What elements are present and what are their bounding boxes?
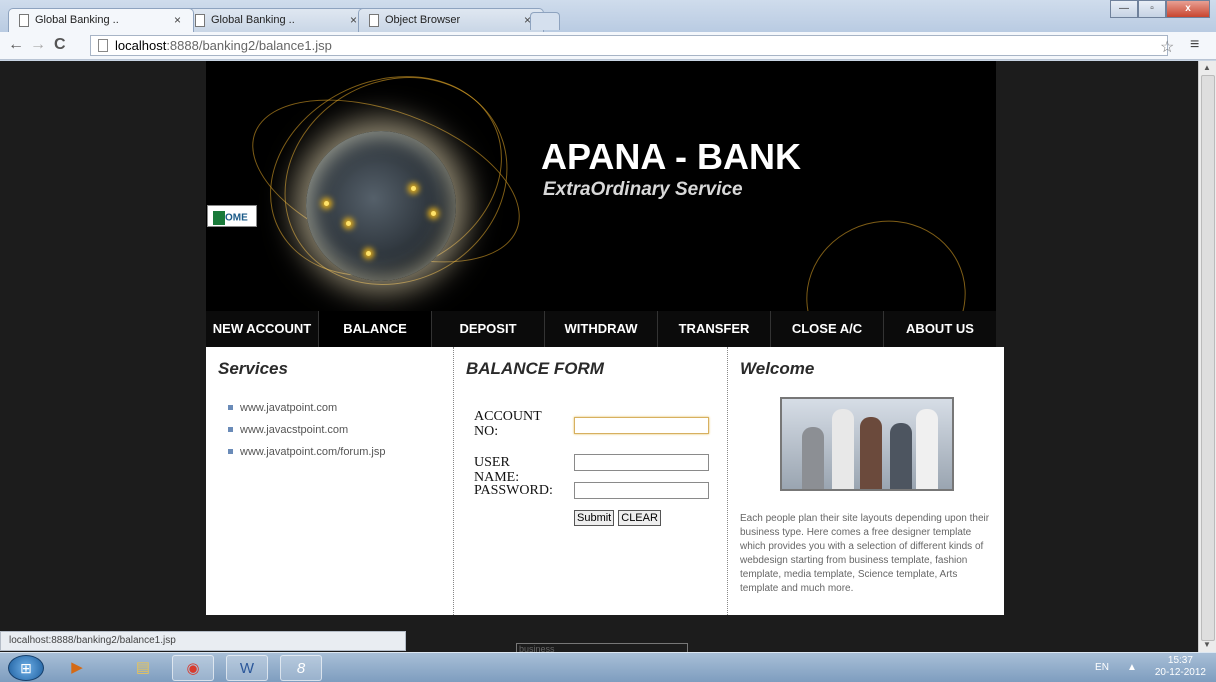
page-icon — [195, 14, 205, 27]
site-header: APANA - BANK ExtraOrdinary Service — [206, 61, 996, 311]
clear-button[interactable]: CLEAR — [618, 510, 661, 526]
menu-icon[interactable]: ≡ — [1190, 36, 1199, 54]
account-no-input[interactable] — [574, 417, 709, 434]
service-link[interactable]: www.javatpoint.com — [228, 402, 386, 414]
bookmark-star-icon[interactable]: ☆ — [1160, 37, 1174, 57]
content-area: Services www.javatpoint.com www.javacstp… — [206, 347, 1004, 615]
media-player-icon[interactable]: ▶ — [56, 655, 98, 681]
site-title: APANA - BANK — [541, 136, 801, 177]
home-button[interactable]: OME — [207, 205, 257, 227]
tab-title: Global Banking .. — [211, 14, 295, 26]
url-path: :8888/banking2/balance1.jsp — [166, 38, 332, 53]
chrome-icon[interactable]: ◉ — [172, 655, 214, 681]
clock-date: 20-12-2012 — [1154, 667, 1206, 678]
scroll-down-icon[interactable]: ▼ — [1203, 640, 1211, 649]
nav-new-account[interactable]: NEW ACCOUNT — [206, 311, 319, 347]
password-input[interactable] — [574, 482, 709, 499]
person-figure — [802, 427, 824, 489]
home-label: OME — [225, 212, 248, 224]
footer-box: business — [516, 643, 688, 652]
nav-close-ac[interactable]: CLOSE A/C — [771, 311, 884, 347]
tab-global-banking-2[interactable]: Global Banking .. × — [184, 8, 370, 32]
maximize-button[interactable]: ▫ — [1138, 0, 1166, 18]
page-icon — [19, 14, 29, 27]
site-subtitle: ExtraOrdinary Service — [543, 179, 743, 200]
page-icon — [369, 14, 379, 27]
word-icon[interactable]: W — [226, 655, 268, 681]
welcome-text: Each people plan their site layouts depe… — [740, 513, 990, 594]
services-column: Services www.javatpoint.com www.javacstp… — [206, 347, 454, 615]
minimize-button[interactable]: — — [1110, 0, 1138, 18]
home-icon — [213, 211, 225, 225]
welcome-column: Welcome Each people plan their site layo… — [728, 347, 1004, 615]
person-figure — [832, 409, 854, 489]
start-button[interactable]: ⊞ — [8, 655, 44, 681]
orbit-ring — [789, 202, 983, 311]
reload-icon[interactable]: C — [54, 36, 66, 54]
clock[interactable]: 15:37 20-12-2012 — [1155, 655, 1206, 679]
main-nav: NEW ACCOUNT BALANCE DEPOSIT WITHDRAW TRA… — [206, 311, 996, 347]
submit-button[interactable]: Submit — [574, 510, 615, 526]
language-indicator[interactable]: EN — [1095, 662, 1109, 673]
page-viewport: APANA - BANK ExtraOrdinary Service OME N… — [0, 61, 1198, 652]
address-bar[interactable]: localhost:8888/banking2/balance1.jsp — [90, 35, 1168, 56]
tab-object-browser[interactable]: Object Browser × — [358, 8, 544, 32]
forward-icon[interactable]: → — [30, 36, 46, 54]
nav-deposit[interactable]: DEPOSIT — [432, 311, 545, 347]
globe-image — [306, 131, 456, 281]
nav-transfer[interactable]: TRANSFER — [658, 311, 771, 347]
services-heading: Services — [218, 359, 288, 378]
person-figure — [860, 417, 882, 489]
file-explorer-icon[interactable]: ▤ — [122, 655, 164, 681]
tab-close-icon[interactable]: × — [350, 13, 357, 27]
new-tab-button[interactable] — [530, 12, 560, 30]
username-label: USER NAME: — [474, 455, 520, 485]
taskbar: ⊞ ▶ ▤ ◉ W 8 EN ▲ 15:37 20-12-2012 — [0, 652, 1216, 682]
page-icon — [98, 39, 108, 52]
url-host: localhost — [115, 38, 167, 53]
browser-toolbar: ← → C localhost:8888/banking2/balance1.j… — [0, 32, 1216, 60]
password-label: PASSWORD: — [474, 483, 553, 498]
form-heading: BALANCE FORM — [466, 359, 604, 378]
balance-form-column: BALANCE FORM ACCOUNT NO: USER NAME: PASS… — [454, 347, 728, 615]
person-figure — [890, 423, 912, 489]
service-link[interactable]: www.javacstpoint.com — [228, 424, 386, 436]
light-spark — [411, 186, 416, 191]
vertical-scrollbar[interactable]: ▲ ▼ — [1198, 61, 1216, 652]
person-figure — [916, 409, 938, 489]
light-spark — [366, 251, 371, 256]
light-spark — [324, 201, 329, 206]
scroll-up-icon[interactable]: ▲ — [1203, 63, 1211, 72]
tab-global-banking-1[interactable]: Global Banking .. × — [8, 8, 194, 32]
services-list: www.javatpoint.com www.javacstpoint.com … — [228, 402, 386, 468]
tab-strip: Global Banking .. × Global Banking .. × … — [0, 0, 1216, 32]
username-input[interactable] — [574, 454, 709, 471]
close-window-button[interactable]: x — [1166, 0, 1210, 18]
eclipse-icon[interactable]: 8 — [280, 655, 322, 681]
tab-close-icon[interactable]: × — [174, 13, 181, 27]
nav-withdraw[interactable]: WITHDRAW — [545, 311, 658, 347]
light-spark — [431, 211, 436, 216]
account-label: ACCOUNT NO: — [474, 409, 542, 439]
scroll-thumb[interactable] — [1201, 75, 1215, 641]
tray-expand-icon[interactable]: ▲ — [1127, 662, 1137, 673]
tab-title: Object Browser — [385, 14, 461, 26]
team-photo — [780, 397, 954, 491]
form-buttons: Submit CLEAR — [574, 510, 661, 526]
welcome-heading: Welcome — [740, 359, 815, 378]
system-tray: EN ▲ 15:37 20-12-2012 — [1095, 655, 1206, 679]
nav-about-us[interactable]: ABOUT US — [884, 311, 996, 347]
light-spark — [346, 221, 351, 226]
back-icon[interactable]: ← — [8, 36, 24, 54]
service-link[interactable]: www.javatpoint.com/forum.jsp — [228, 446, 386, 458]
nav-balance[interactable]: BALANCE — [319, 311, 432, 347]
status-bar: localhost:8888/banking2/balance1.jsp — [0, 631, 406, 651]
clock-time: 15:37 — [1167, 655, 1193, 666]
window-controls: — ▫ x — [1110, 0, 1210, 18]
tab-title: Global Banking .. — [35, 14, 119, 26]
